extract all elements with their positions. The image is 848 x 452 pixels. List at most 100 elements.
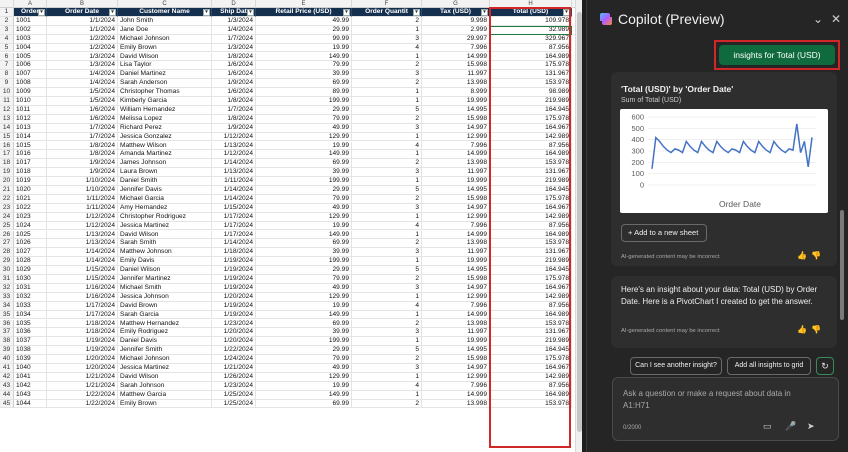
table-cell[interactable]: Jennifer Davis — [118, 186, 212, 195]
table-cell[interactable]: 1/13/2024 — [47, 230, 118, 240]
row-number[interactable]: 18 — [0, 159, 14, 169]
table-cell[interactable]: 153.978 — [490, 319, 572, 329]
table-cell[interactable]: 14.999 — [422, 310, 490, 320]
table-cell[interactable]: Jennifer Martinez — [118, 275, 212, 284]
table-cell[interactable]: Jessica Johnson — [118, 292, 212, 302]
table-cell[interactable]: 69.99 — [256, 399, 352, 409]
table-cell[interactable]: 2 — [352, 194, 422, 204]
table-cell[interactable]: 14.999 — [422, 230, 490, 240]
table-cell[interactable]: 1/19/2024 — [212, 301, 256, 311]
table-cell[interactable]: 1005 — [14, 52, 47, 62]
table-cell[interactable]: 15.998 — [422, 275, 490, 284]
table-cell[interactable]: Daniel Davis — [118, 337, 212, 347]
table-cell[interactable]: 2 — [352, 16, 422, 26]
table-cell[interactable]: 175.978 — [490, 355, 572, 364]
row-number[interactable]: 28 — [0, 248, 14, 258]
table-cell[interactable]: 3 — [352, 328, 422, 338]
row-number[interactable]: 29 — [0, 257, 14, 267]
table-cell[interactable]: 1/14/2024 — [212, 194, 256, 204]
table-cell[interactable]: 1/23/2024 — [212, 319, 256, 329]
table-cell[interactable]: 2 — [352, 319, 422, 329]
table-cell[interactable]: 1/13/2024 — [212, 168, 256, 178]
table-cell[interactable]: 2 — [352, 114, 422, 124]
table-cell[interactable]: 142.989 — [490, 292, 572, 302]
table-cell[interactable]: 1/13/2024 — [47, 239, 118, 249]
table-cell[interactable]: 15.998 — [422, 114, 490, 124]
table-cell[interactable]: 1 — [352, 132, 422, 142]
row-number[interactable]: 16 — [0, 141, 14, 151]
table-cell[interactable]: 1/4/2024 — [212, 25, 256, 35]
table-cell[interactable]: 87.956 — [490, 43, 572, 53]
table-cell[interactable]: 19.99 — [256, 381, 352, 391]
table-cell[interactable]: 1043 — [14, 390, 47, 400]
table-cell[interactable]: 1027 — [14, 248, 47, 258]
table-cell[interactable]: 142.989 — [490, 372, 572, 382]
table-cell[interactable]: 153.978 — [490, 79, 572, 89]
row-number[interactable]: 24 — [0, 212, 14, 222]
table-cell[interactable]: 164.945 — [490, 346, 572, 356]
scrollbar-thumb[interactable] — [577, 12, 582, 432]
table-cell[interactable]: 32.989 — [490, 25, 572, 35]
table-cell[interactable]: David Brown — [118, 301, 212, 311]
table-cell[interactable]: 131.967 — [490, 70, 572, 80]
table-cell[interactable]: 1028 — [14, 257, 47, 267]
table-cell[interactable]: 175.978 — [490, 114, 572, 124]
filter-dropdown-icon[interactable]: ▾ — [481, 9, 488, 16]
filter-dropdown-icon[interactable]: ▾ — [247, 9, 254, 16]
thumbs-up-icon[interactable]: 👍 — [797, 325, 811, 334]
filter-dropdown-icon[interactable]: ▾ — [38, 9, 45, 16]
table-cell[interactable]: 4 — [352, 301, 422, 311]
row-number[interactable]: 2 — [0, 16, 14, 26]
table-cell[interactable]: 39.99 — [256, 168, 352, 178]
suggestion-add-all-insights[interactable]: Add all insights to grid — [727, 357, 811, 375]
table-cell[interactable]: 175.978 — [490, 194, 572, 204]
row-number[interactable]: 21 — [0, 186, 14, 195]
select-all-corner[interactable] — [0, 0, 14, 8]
table-cell[interactable]: 1/12/2024 — [212, 132, 256, 142]
table-cell[interactable]: 1038 — [14, 346, 47, 356]
table-cell[interactable]: 1 — [352, 97, 422, 106]
table-cell[interactable]: 15.998 — [422, 194, 490, 204]
table-cell[interactable]: 175.978 — [490, 61, 572, 71]
table-cell[interactable]: 19.99 — [256, 301, 352, 311]
table-cell[interactable]: 1/4/2024 — [47, 79, 118, 89]
table-cell[interactable]: 39.99 — [256, 248, 352, 258]
table-cell[interactable]: 14.997 — [422, 364, 490, 373]
table-cell[interactable]: Richard Perez — [118, 123, 212, 133]
table-cell[interactable]: 164.945 — [490, 266, 572, 275]
table-cell[interactable]: 1 — [352, 292, 422, 302]
row-number[interactable]: 34 — [0, 301, 14, 311]
table-cell[interactable]: 1019 — [14, 177, 47, 186]
table-cell[interactable]: 199.99 — [256, 177, 352, 186]
table-cell[interactable]: 1/9/2024 — [47, 159, 118, 169]
table-cell[interactable]: 1/8/2024 — [47, 141, 118, 151]
table-cell[interactable]: 149.99 — [256, 150, 352, 160]
table-cell[interactable]: 1036 — [14, 328, 47, 338]
table-cell[interactable]: 29.99 — [256, 186, 352, 195]
table-cell[interactable]: 14.995 — [422, 346, 490, 356]
row-number[interactable]: 13 — [0, 114, 14, 124]
filter-dropdown-icon[interactable]: ▾ — [109, 9, 116, 16]
table-cell[interactable]: John Smith — [118, 16, 212, 26]
table-cell[interactable]: 1/18/2024 — [212, 248, 256, 258]
clipboard-icon[interactable]: ▭ — [763, 421, 772, 432]
table-cell[interactable]: 1/20/2024 — [212, 328, 256, 338]
table-cell[interactable]: 1008 — [14, 79, 47, 89]
table-cell[interactable]: 131.967 — [490, 328, 572, 338]
row-number[interactable]: 15 — [0, 132, 14, 142]
table-cell[interactable]: 14.997 — [422, 123, 490, 133]
table-cell[interactable]: 1/9/2024 — [212, 79, 256, 89]
table-cell[interactable]: 1/2/2024 — [47, 43, 118, 53]
filter-dropdown-icon[interactable]: ▾ — [203, 9, 210, 16]
table-cell[interactable]: 1016 — [14, 150, 47, 160]
table-cell[interactable]: Michael Johnson — [118, 34, 212, 44]
table-cell[interactable]: 1024 — [14, 221, 47, 231]
table-cell[interactable]: 1/3/2024 — [47, 52, 118, 62]
table-cell[interactable]: 1011 — [14, 105, 47, 115]
table-cell[interactable]: 1034 — [14, 310, 47, 320]
table-cell[interactable]: 3 — [352, 283, 422, 293]
vertical-scrollbar[interactable] — [575, 0, 582, 452]
table-cell[interactable]: 1023 — [14, 212, 47, 222]
table-cell[interactable]: 79.99 — [256, 275, 352, 284]
table-cell[interactable]: 5 — [352, 105, 422, 115]
